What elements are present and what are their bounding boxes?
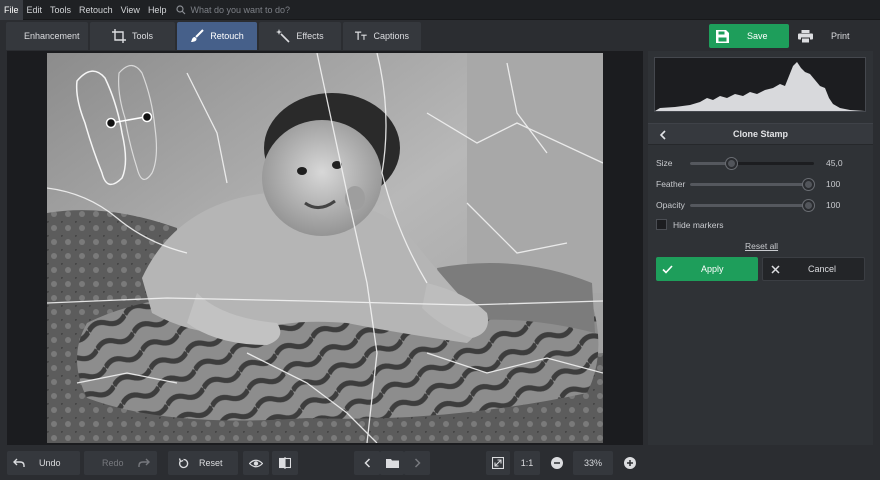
- opacity-slider[interactable]: [690, 199, 814, 211]
- redo-label: Redo: [102, 458, 124, 468]
- hide-markers-label: Hide markers: [673, 219, 724, 230]
- zoom-out-button[interactable]: [545, 451, 569, 475]
- menu-help[interactable]: Help: [144, 0, 171, 20]
- fit-to-screen-button[interactable]: [486, 451, 510, 475]
- toolbar: Enhancement Tools Retouch Effects Captio…: [0, 21, 880, 51]
- crop-icon: [111, 29, 126, 43]
- menu-bar: File Edit Tools Retouch View Help What d…: [0, 0, 880, 20]
- printer-icon: [798, 29, 813, 43]
- menu-edit[interactable]: Edit: [23, 0, 47, 20]
- menu-file[interactable]: File: [0, 0, 23, 20]
- right-panel: Clone Stamp Size 45,0 Feather 100 Opacit…: [648, 51, 873, 445]
- histogram: [654, 57, 866, 112]
- zoom-level[interactable]: 33%: [573, 451, 613, 475]
- old-photo-baby: [47, 53, 603, 443]
- hide-markers-checkbox[interactable]: [656, 219, 667, 230]
- fit-screen-icon: [492, 457, 504, 469]
- slider-thumb[interactable]: [803, 199, 814, 211]
- compare-icon: [279, 457, 291, 469]
- redo-button[interactable]: Redo: [84, 451, 157, 475]
- search-icon: [176, 4, 186, 14]
- search-placeholder: What do you want to do?: [190, 4, 291, 15]
- slider-label: Opacity: [656, 200, 685, 210]
- search-box[interactable]: What do you want to do?: [176, 5, 290, 15]
- back-button[interactable]: [655, 127, 671, 143]
- folder-icon: [385, 459, 399, 468]
- tab-effects[interactable]: Effects: [259, 22, 341, 50]
- zoom-in-icon: [624, 457, 636, 469]
- undo-label: Undo: [39, 458, 61, 468]
- tab-label: Enhancement: [24, 31, 80, 41]
- open-folder-button[interactable]: [380, 451, 404, 475]
- slider-label: Size: [656, 158, 673, 168]
- tab-tools[interactable]: Tools: [90, 22, 175, 50]
- slider-fill: [690, 203, 808, 207]
- close-icon: [771, 264, 780, 274]
- brush-icon: [191, 29, 204, 42]
- eye-icon: [249, 459, 263, 467]
- opacity-slider-row: Opacity 100: [656, 198, 866, 212]
- size-slider-row: Size 45,0: [656, 156, 866, 170]
- text-icon: [355, 31, 367, 40]
- menu-tools[interactable]: Tools: [46, 0, 75, 20]
- size-slider[interactable]: [690, 157, 814, 169]
- previous-photo-button[interactable]: [354, 451, 380, 475]
- actual-size-label: 1:1: [520, 458, 534, 468]
- slider-fill: [690, 182, 808, 186]
- magic-wand-icon: [276, 29, 290, 43]
- floppy-disk-icon: [716, 29, 729, 43]
- tab-retouch[interactable]: Retouch: [177, 22, 257, 50]
- save-label: Save: [747, 31, 768, 41]
- cancel-label: Cancel: [808, 264, 837, 274]
- photo[interactable]: [47, 53, 603, 443]
- menu-retouch[interactable]: Retouch: [75, 0, 117, 20]
- cancel-button[interactable]: Cancel: [762, 257, 865, 281]
- print-button[interactable]: Print: [794, 24, 874, 48]
- chevron-left-icon: [363, 458, 370, 468]
- tab-label: Retouch: [210, 31, 244, 41]
- print-label: Print: [831, 31, 850, 41]
- zoom-out-icon: [551, 457, 563, 469]
- slider-thumb[interactable]: [803, 178, 814, 190]
- tab-label: Captions: [373, 31, 409, 41]
- apply-button[interactable]: Apply: [656, 257, 758, 281]
- bottom-bar: Undo Redo Reset 1:1 33%: [0, 447, 880, 480]
- slider-value: 100: [826, 179, 841, 189]
- panel-header: Clone Stamp: [648, 123, 873, 145]
- preview-button[interactable]: [243, 451, 269, 475]
- tab-label: Effects: [296, 31, 324, 41]
- slider-value: 45,0: [826, 158, 843, 168]
- checkmark-icon: [662, 264, 673, 274]
- next-photo-button[interactable]: [404, 451, 430, 475]
- slider-fill: [690, 161, 731, 165]
- menu-view[interactable]: View: [117, 0, 144, 20]
- reset-button[interactable]: Reset: [168, 451, 238, 475]
- reset-all-link[interactable]: Reset all: [745, 241, 778, 251]
- feather-slider[interactable]: [690, 178, 814, 190]
- reset-icon: [178, 457, 189, 468]
- histogram-graph: [655, 62, 865, 111]
- panel-title: Clone Stamp: [732, 129, 788, 139]
- slider-thumb[interactable]: [726, 157, 737, 169]
- chevron-right-icon: [414, 458, 421, 468]
- actual-size-button[interactable]: 1:1: [514, 451, 540, 475]
- reset-label: Reset: [199, 458, 223, 468]
- compare-button[interactable]: [272, 451, 298, 475]
- tab-label: Tools: [131, 31, 153, 41]
- tab-enhancement[interactable]: Enhancement: [6, 22, 88, 50]
- slider-value: 100: [826, 200, 841, 210]
- zoom-in-button[interactable]: [618, 451, 642, 475]
- redo-icon: [137, 458, 150, 467]
- slider-label: Feather: [656, 179, 686, 189]
- image-canvas[interactable]: [7, 51, 643, 445]
- hide-markers-row[interactable]: Hide markers: [656, 219, 724, 230]
- undo-icon: [13, 458, 25, 467]
- feather-slider-row: Feather 100: [656, 177, 866, 191]
- chevron-left-icon: [659, 130, 666, 140]
- apply-label: Apply: [701, 264, 724, 274]
- tab-bar: Enhancement Tools Retouch Effects Captio…: [6, 22, 423, 50]
- tab-captions[interactable]: Captions: [343, 22, 421, 50]
- undo-button[interactable]: Undo: [7, 451, 80, 475]
- save-button[interactable]: Save: [709, 24, 789, 48]
